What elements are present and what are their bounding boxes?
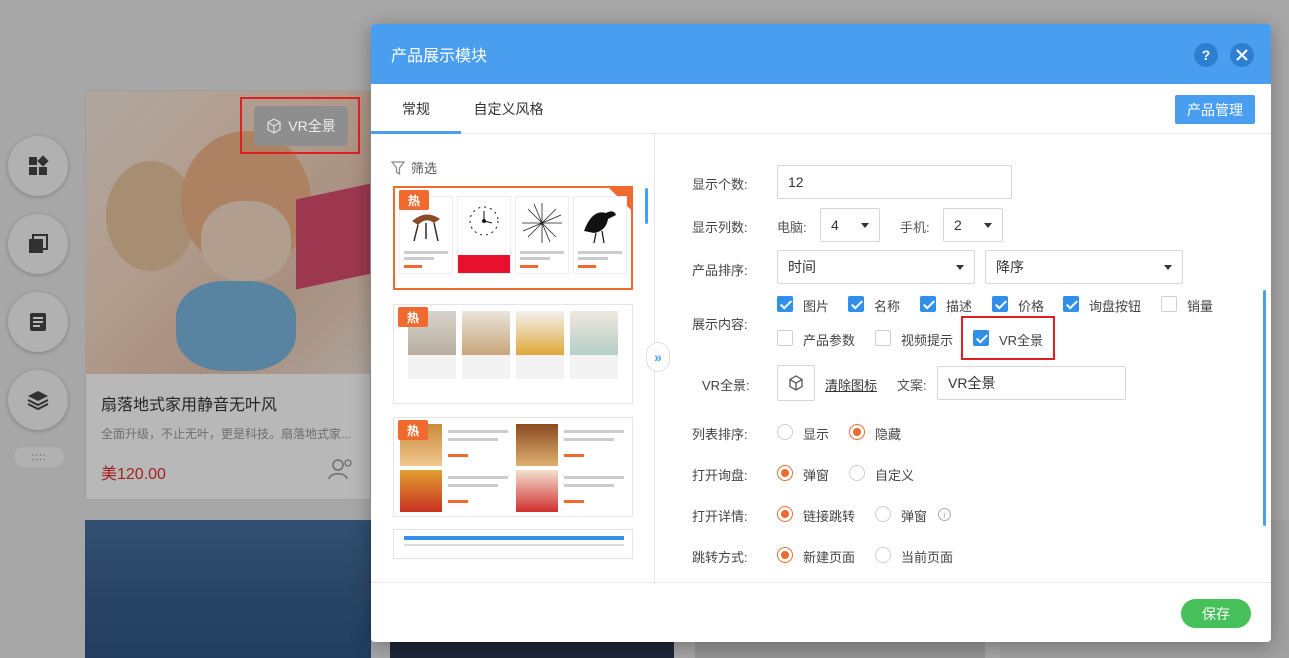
content-image-checkbox[interactable] [777,296,793,312]
pc-label: 电脑: [777,220,807,235]
content-image-label: 图片 [803,299,830,314]
chevron-down-icon [956,265,964,270]
style-option-2[interactable]: 热 [393,304,633,404]
cube-icon [789,375,803,391]
mobile-label: 手机: [900,220,930,235]
chevron-down-icon [861,223,869,228]
info-icon[interactable]: i [938,508,951,521]
open-inquiry-custom-label: 自定义 [875,468,915,483]
vr-text-label: 文案: [897,378,927,393]
hot-tag: 热 [398,420,428,440]
list-sort-hide-radio[interactable] [849,424,865,440]
jump-mode-label: 跳转方式: [692,550,748,565]
sort-field-select[interactable]: 时间 [777,250,975,284]
mobile-columns-select[interactable]: 2 [943,208,1003,242]
content-desc-checkbox[interactable] [920,296,936,312]
sort-field-value: 时间 [788,259,816,275]
vr-badge-highlight [240,97,360,154]
close-button[interactable] [1230,43,1254,67]
help-button[interactable]: ? [1194,43,1218,67]
jump-current-page-label: 当前页面 [901,550,954,565]
product-thumb [515,196,569,274]
form-scrollbar[interactable] [1263,290,1266,526]
product-manage-button[interactable]: 产品管理 [1175,95,1255,124]
open-detail-link-radio[interactable] [777,506,793,522]
content-video-checkbox[interactable] [875,330,891,346]
filter-icon [391,160,405,175]
content-sales-checkbox[interactable] [1161,296,1177,312]
chevron-down-icon [984,223,992,228]
vr-checkbox-highlight [961,316,1055,360]
modal-footer: 保存 [371,582,1271,642]
jump-new-page-radio[interactable] [777,547,793,563]
list-sort-show-label: 显示 [803,427,830,442]
count-input[interactable]: 12 [777,165,1012,199]
filter-button[interactable]: 筛选 [391,158,437,177]
content-price-checkbox[interactable] [992,296,1008,312]
tab-bar: 常规 自定义风格 产品管理 [371,84,1271,134]
expand-button[interactable]: » [646,342,670,372]
modal-header: 产品展示模块 [371,24,1271,84]
product-thumb [516,424,628,466]
content-video-label: 视频提示 [901,333,954,348]
content-sales-label: 销量 [1187,299,1214,314]
product-thumb [573,196,627,274]
open-detail-label: 打开详情: [692,509,748,524]
content-inquiry-checkbox[interactable] [1063,296,1079,312]
pc-columns-value: 4 [831,217,839,233]
columns-label: 显示列数: [692,220,748,235]
open-detail-popup-label: 弹窗 [901,509,928,524]
content-params-checkbox[interactable] [777,330,793,346]
sort-order-select[interactable]: 降序 [985,250,1183,284]
vr-label: VR全景: [702,378,750,393]
content-desc-label: 描述 [946,299,973,314]
tab-general[interactable]: 常规 [371,84,461,134]
list-sort-label: 列表排序: [692,427,748,442]
sort-label: 产品排序: [692,263,748,278]
style-option-1[interactable]: 热 [393,186,633,290]
list-sort-show-radio[interactable] [777,424,793,440]
style-option-4[interactable] [393,529,633,559]
jump-new-page-label: 新建页面 [803,550,856,565]
tab-custom-style[interactable]: 自定义风格 [461,84,556,134]
jump-current-page-radio[interactable] [875,547,891,563]
product-thumb [516,470,628,512]
product-display-modal: 产品展示模块 ? 常规 自定义风格 产品管理 筛选 热 热 热 » 显示个数: … [371,24,1271,642]
open-inquiry-popup-radio[interactable] [777,465,793,481]
style-list: 筛选 热 热 热 [371,134,655,582]
list-sort-hide-label: 隐藏 [875,427,902,442]
modal-title: 产品展示模块 [391,48,488,65]
content-label: 展示内容: [692,317,748,332]
clear-icon-link[interactable]: 清除图标 [825,375,877,394]
style-option-3[interactable]: 热 [393,417,633,517]
hot-tag: 热 [399,190,429,210]
content-params-label: 产品参数 [803,333,856,348]
count-label: 显示个数: [692,177,748,192]
pc-columns-select[interactable]: 4 [820,208,880,242]
hot-tag: 热 [398,307,428,327]
style-list-scrollbar[interactable] [645,188,648,224]
content-name-checkbox[interactable] [848,296,864,312]
content-name-label: 名称 [874,299,901,314]
close-icon [1236,49,1248,61]
product-thumb [570,311,618,379]
vr-text-input[interactable]: VR全景 [937,366,1126,400]
open-detail-popup-radio[interactable] [875,506,891,522]
product-thumb [462,311,510,379]
product-thumb [457,196,511,274]
chevron-down-icon [1164,265,1172,270]
mobile-columns-value: 2 [954,217,962,233]
content-inquiry-label: 询盘按钮 [1089,299,1142,314]
open-inquiry-custom-radio[interactable] [849,465,865,481]
filter-label: 筛选 [411,161,438,176]
open-inquiry-popup-label: 弹窗 [803,468,830,483]
product-thumb [516,311,564,379]
open-detail-link-label: 链接跳转 [803,509,856,524]
open-inquiry-label: 打开询盘: [692,468,748,483]
product-thumb [400,470,512,512]
sort-order-value: 降序 [996,259,1024,275]
save-button[interactable]: 保存 [1181,599,1251,628]
vr-icon-picker[interactable] [777,365,815,401]
content-price-label: 价格 [1018,299,1045,314]
